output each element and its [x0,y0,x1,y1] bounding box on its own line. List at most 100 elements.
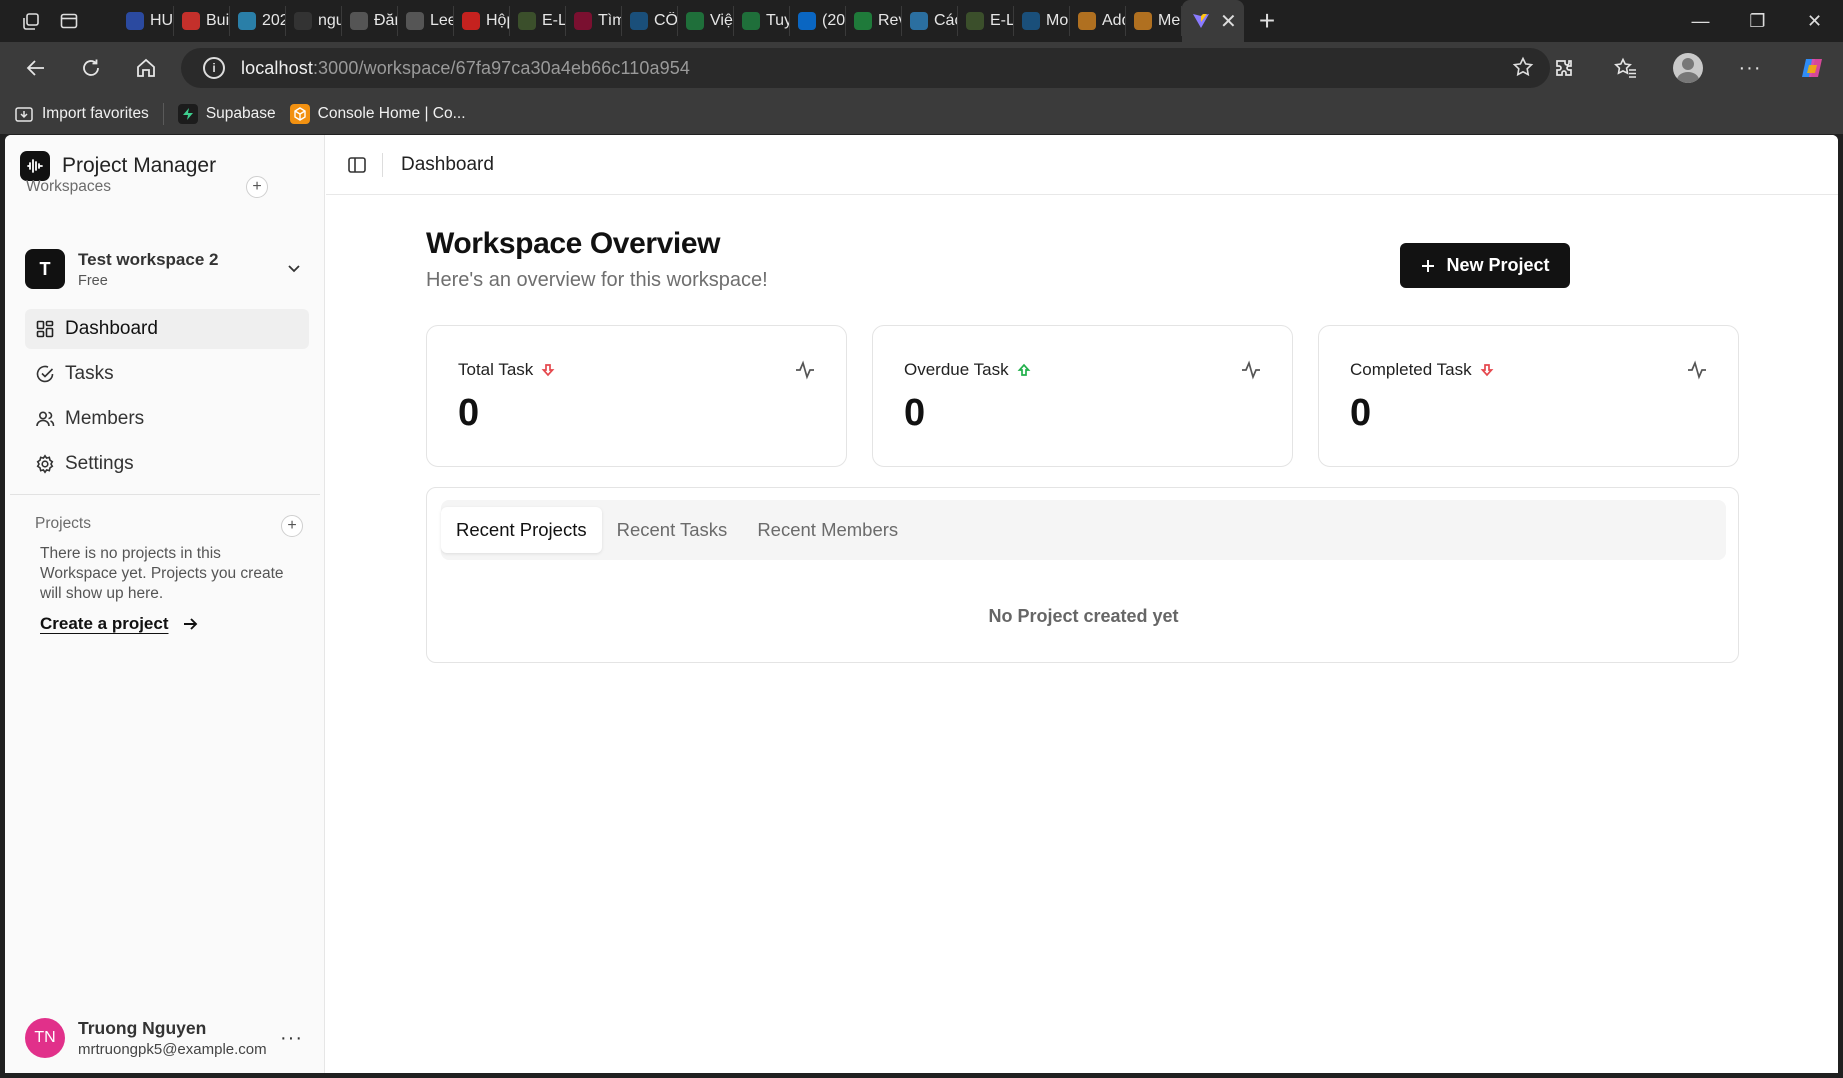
browser-tab[interactable]: E-LE [958,6,1014,36]
sidebar: Project Manager Workspaces + T Test work… [5,135,325,1073]
browser-tab-label: 2024 [262,12,285,29]
browser-tab[interactable]: Tuyể [734,6,790,36]
user-name: Truong Nguyen [78,1018,207,1038]
bookmark-divider [162,103,164,125]
browser-tab[interactable]: Tìm [566,6,622,36]
browser-tab[interactable]: HUT [118,6,174,36]
new-project-label: New Project [1446,255,1550,275]
workspaces-label: Workspaces [26,178,111,195]
bookmark-console-home[interactable]: Console Home | Co... [289,104,466,124]
browser-tab[interactable]: 2024 [230,6,286,36]
back-icon[interactable] [8,42,63,94]
sidebar-toggle-icon[interactable] [346,154,368,176]
sidebar-item-settings[interactable]: Settings [25,444,309,484]
browser-tab[interactable]: Add [1070,6,1126,36]
add-project-button[interactable]: + [281,515,303,537]
lines-favicon [1078,12,1096,30]
browser-tab[interactable]: Mob [1014,6,1070,36]
new-tab-button[interactable]: + [1244,5,1290,37]
stat-label: Completed Task [1350,360,1472,379]
sidebar-item-tasks[interactable]: Tasks [25,354,309,394]
browser-tab-label: E-LE [542,12,565,29]
browser-tab-label: CÔN [654,12,677,29]
sidebar-item-members[interactable]: Members [25,399,309,439]
sidebar-item-label: Members [65,408,145,429]
linkedin-favicon [798,12,816,30]
browser-tab-label: Add [1102,12,1125,29]
site-info-icon[interactable]: i [203,57,225,79]
bookmark-import-favorites[interactable]: Import favorites [14,104,149,124]
dot-favicon [574,12,592,30]
close-window-icon[interactable]: ✕ [1786,0,1843,42]
favorites-icon[interactable] [1595,42,1657,94]
browser-tab[interactable]: Hộp [454,6,510,36]
sidebar-item-label: Tasks [65,363,114,384]
user-menu[interactable]: TN Truong Nguyen mrtruongpk5@example.com… [25,1013,315,1063]
stats-cards: Total Task 0 Overdue Task 0 Completed Ta… [426,325,1739,467]
browser-tab-label: Build [206,12,229,29]
copilot-icon[interactable] [1781,42,1843,94]
new-project-button[interactable]: New Project [1400,243,1570,288]
bookmark-label: Supabase [205,105,276,122]
address-bar[interactable]: i localhost:3000/workspace/67fa97ca30a4e… [181,48,1550,88]
close-tab-icon[interactable]: ✕ [1220,9,1237,34]
brand[interactable]: Project Manager [20,151,216,181]
browser-tab[interactable]: (20) [790,6,846,36]
arrow-up-icon [1017,363,1030,376]
create-project-link[interactable]: Create a project [40,614,199,634]
shield-favicon [518,12,536,30]
browser-tab[interactable]: Revi [846,6,902,36]
empty-state-message: No Project created yet [988,606,1179,626]
browser-tab[interactable]: nguy [286,6,342,36]
minimize-icon[interactable]: — [1672,0,1729,42]
more-menu-icon[interactable]: ··· [1719,42,1781,94]
browser-tab[interactable]: Leet [398,6,454,36]
tab-recent-tasks[interactable]: Recent Tasks [602,507,743,553]
vertical-tabs-icon[interactable] [56,8,82,34]
stat-label: Total Task [458,360,534,379]
more-horizontal-icon[interactable]: ··· [280,1027,303,1050]
home-icon[interactable] [118,42,173,94]
profile-avatar[interactable] [1657,42,1719,94]
sidebar-item-dashboard[interactable]: Dashboard [25,309,309,349]
stat-value: 0 [458,392,480,434]
tab-recent-members[interactable]: Recent Members [742,507,913,553]
reload-icon[interactable] [63,42,118,94]
browser-tab[interactable]: E-LE [510,6,566,36]
tab-recent-projects[interactable]: Recent Projects [441,507,602,553]
stat-label: Overdue Task [904,360,1009,379]
vite-favicon [1192,12,1210,30]
browser-tab-label: E-LE [990,12,1013,29]
browser-tab-label: Tuyể [766,12,789,29]
browser-tab[interactable]: Đăng [342,6,398,36]
page-subtitle: Here's an overview for this workspace! [426,269,768,291]
browser-tab-label: Đăng [374,12,397,29]
add-workspace-button[interactable]: + [246,176,268,198]
active-tab[interactable]: ✕ [1182,0,1244,42]
restore-icon[interactable]: ❐ [1729,0,1786,42]
browser-tab[interactable]: Build [174,6,230,36]
stat-value: 0 [1350,392,1372,434]
browser-tab[interactable]: Việc [678,6,734,36]
projects-label: Projects [35,515,91,532]
url-text[interactable]: localhost:3000/workspace/67fa97ca30a4eb6… [241,58,690,79]
heart-favicon [854,12,872,30]
workspaces-icon[interactable] [18,8,44,34]
browser-tab[interactable]: Các [902,6,958,36]
breadcrumb[interactable]: Dashboard [401,154,494,176]
browser-tab[interactable]: CÔN [622,6,678,36]
bookmark-supabase[interactable]: Supabase [177,104,276,124]
activity-icon [1686,359,1708,386]
browser-toolbar: i localhost:3000/workspace/67fa97ca30a4e… [0,42,1843,94]
globe-favicon [350,12,368,30]
workspace-switcher[interactable]: T Test workspace 2 Free [25,243,311,295]
browser-tab-label: Revi [878,12,901,29]
browser-tab[interactable]: Merc [1126,6,1182,36]
favorite-star-icon[interactable] [1512,56,1534,83]
workspace-name: Test workspace 2 [78,249,219,269]
lines-favicon [1134,12,1152,30]
browser-tab-label: Việc [710,12,733,29]
extensions-icon[interactable] [1533,42,1595,94]
activity-icon [1240,359,1262,386]
aws-icon [289,104,310,124]
